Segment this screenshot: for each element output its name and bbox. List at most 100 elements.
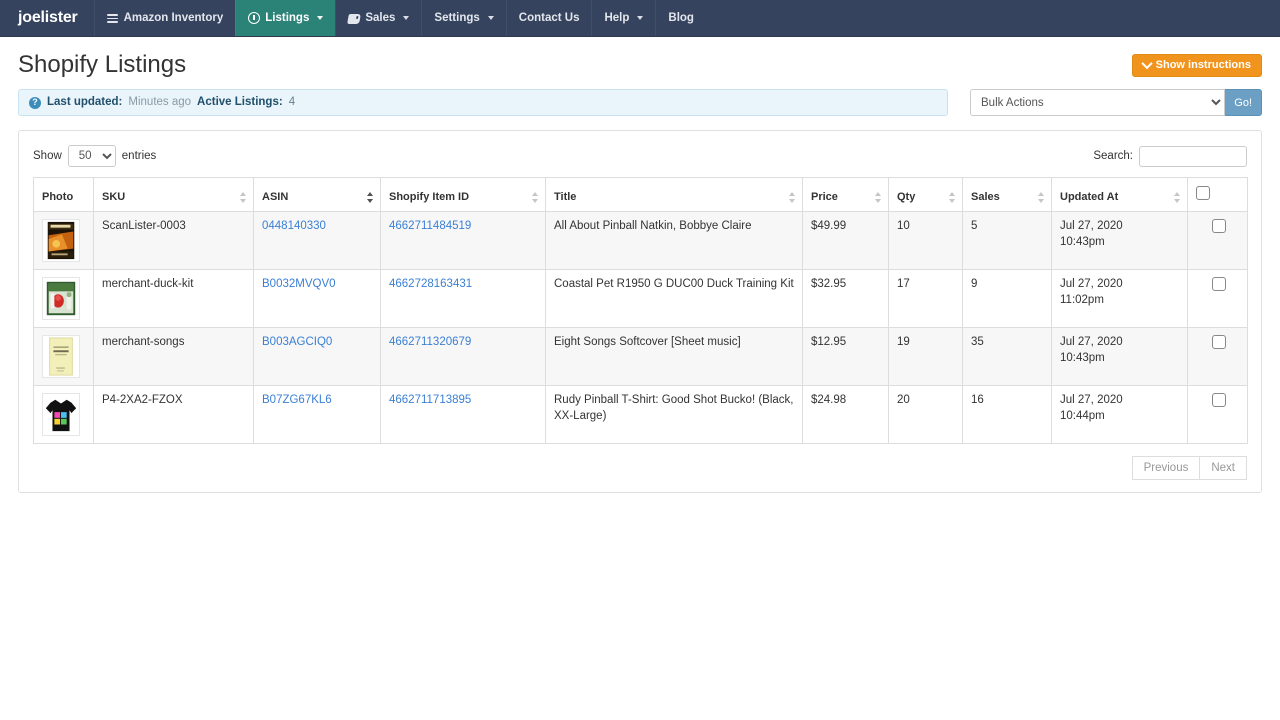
search-input[interactable]	[1139, 145, 1247, 167]
column-header-select-all[interactable]	[1187, 177, 1248, 212]
column-header-sales[interactable]: Sales	[962, 177, 1052, 212]
show-instructions-button[interactable]: Show instructions	[1131, 53, 1262, 77]
sort-icon	[948, 192, 956, 203]
row-select-checkbox[interactable]	[1211, 277, 1226, 291]
row-select-checkbox[interactable]	[1211, 335, 1226, 349]
chevron-down-icon	[1140, 57, 1153, 70]
column-header-sku[interactable]: SKU	[93, 177, 254, 212]
column-header-photo[interactable]: Photo	[33, 177, 94, 212]
column-label: Shopify Item ID	[389, 191, 470, 203]
table-row: merchant-duck-kit B0032MVQV0 46627281634…	[33, 269, 1248, 328]
shopify-item-id-link[interactable]: 4662728163431	[389, 278, 472, 290]
listings-table: Photo SKU ASIN Shopify Item ID Title Pri…	[33, 177, 1248, 444]
cell-sku: merchant-songs	[93, 327, 254, 386]
bulk-actions-group: Bulk Actions Go!	[970, 89, 1262, 116]
duck-training-kit-thumbnail[interactable]	[42, 277, 80, 320]
cell-qty: 20	[888, 385, 963, 444]
nav-item-label: Settings	[434, 12, 480, 24]
cell-photo	[33, 327, 94, 386]
cell-asin: B0032MVQV0	[253, 269, 381, 328]
cell-sku: merchant-duck-kit	[93, 269, 254, 328]
nav-item-blog[interactable]: Blog	[655, 0, 706, 36]
cell-updated-at: Jul 27, 2020 10:43pm	[1051, 327, 1188, 386]
column-header-shopify-item-id[interactable]: Shopify Item ID	[380, 177, 546, 212]
black-tshirt-thumbnail[interactable]	[42, 393, 80, 436]
asin-link[interactable]: B07ZG67KL6	[262, 394, 332, 406]
cell-price: $49.99	[802, 211, 889, 270]
row-select-checkbox[interactable]	[1211, 219, 1226, 233]
table-row: ScanLister-0003 0448140330 4662711484519…	[33, 211, 1248, 270]
shopify-item-id-link[interactable]: 4662711320679	[389, 336, 471, 348]
nav-item-settings[interactable]: Settings	[421, 0, 505, 36]
column-header-qty[interactable]: Qty	[888, 177, 963, 212]
asin-link[interactable]: 0448140330	[262, 220, 326, 232]
select-all-checkbox[interactable]	[1196, 186, 1210, 200]
active-listings-count: 4	[288, 95, 296, 108]
page-length-select[interactable]: 50	[67, 145, 116, 167]
updated-time: 10:43pm	[1060, 235, 1105, 248]
nav-item-listings[interactable]: Listings	[235, 0, 336, 36]
cell-select	[1187, 385, 1248, 444]
column-label: ASIN	[262, 191, 289, 203]
clock-circle-icon	[248, 12, 261, 24]
sheet-music-thumbnail[interactable]	[42, 335, 80, 378]
show-label: Show	[33, 150, 62, 162]
cell-sales: 35	[962, 327, 1052, 386]
cell-sales: 9	[962, 269, 1052, 328]
cell-title: Rudy Pinball T-Shirt: Good Shot Bucko! (…	[545, 385, 803, 444]
nav-item-amazon-inventory[interactable]: Amazon Inventory	[93, 0, 236, 36]
show-instructions-label: Show instructions	[1155, 58, 1251, 71]
cell-title: Eight Songs Softcover [Sheet music]	[545, 327, 803, 386]
nav-item-label: Amazon Inventory	[123, 12, 224, 24]
nav-item-sales[interactable]: Sales	[335, 0, 421, 36]
bulk-actions-select[interactable]: Bulk Actions	[970, 89, 1226, 116]
sort-icon	[1173, 192, 1181, 203]
column-header-updated-at[interactable]: Updated At	[1051, 177, 1188, 212]
status-and-actions-row: ? Last updated: Minutes ago Active Listi…	[0, 89, 1280, 116]
column-header-title[interactable]: Title	[545, 177, 803, 212]
cell-asin: B003AGCIQ0	[253, 327, 381, 386]
search-control: Search:	[1093, 145, 1247, 167]
list-lines-icon	[106, 12, 119, 24]
column-header-price[interactable]: Price	[802, 177, 889, 212]
cell-select	[1187, 269, 1248, 328]
bulk-actions-go-button[interactable]: Go!	[1225, 89, 1262, 116]
updated-time: 10:43pm	[1060, 351, 1105, 364]
nav-item-label: Listings	[265, 12, 310, 24]
updated-date: Jul 27, 2020	[1060, 278, 1123, 290]
column-header-asin[interactable]: ASIN	[253, 177, 381, 212]
column-label: Photo	[42, 191, 74, 203]
next-page-button[interactable]: Next	[1200, 456, 1247, 480]
previous-page-button[interactable]: Previous	[1131, 456, 1201, 480]
table-controls: Show 50 entries Search:	[33, 145, 1247, 167]
nav-item-contact-us[interactable]: Contact Us	[505, 0, 592, 36]
nav-item-help[interactable]: Help	[591, 0, 655, 36]
cell-sku: P4-2XA2-FZOX	[93, 385, 254, 444]
row-select-checkbox[interactable]	[1211, 393, 1226, 407]
cell-sales: 16	[962, 385, 1052, 444]
listings-panel: Show 50 entries Search: Photo SKU ASIN S…	[18, 130, 1262, 493]
shopify-item-id-link[interactable]: 4662711484519	[389, 220, 471, 232]
cell-asin: 0448140330	[253, 211, 381, 270]
table-row: P4-2XA2-FZOX B07ZG67KL6 4662711713895 Ru…	[33, 385, 1248, 444]
cell-shopify-item-id: 4662711484519	[380, 211, 546, 270]
shopify-item-id-link[interactable]: 4662711713895	[389, 394, 471, 406]
chevron-down-icon	[403, 16, 410, 20]
last-updated-label: Last updated:	[47, 95, 123, 108]
table-header-row: Photo SKU ASIN Shopify Item ID Title Pri…	[33, 177, 1248, 212]
cell-title: All About Pinball Natkin, Bobbye Claire	[545, 211, 803, 270]
asin-link[interactable]: B003AGCIQ0	[262, 336, 332, 348]
tag-icon	[347, 13, 362, 24]
book-pinball-thumbnail[interactable]	[42, 219, 80, 262]
asin-link[interactable]: B0032MVQV0	[262, 278, 336, 290]
nav-item-label: Sales	[365, 12, 396, 24]
cell-qty: 19	[888, 327, 963, 386]
question-circle-icon: ?	[29, 96, 41, 109]
cell-photo	[33, 269, 94, 328]
cell-shopify-item-id: 4662711713895	[380, 385, 546, 444]
brand-logo[interactable]: joelister	[0, 0, 94, 36]
page-title: Shopify Listings	[18, 51, 187, 78]
cell-asin: B07ZG67KL6	[253, 385, 381, 444]
nav-item-label: Contact Us	[518, 12, 580, 24]
entries-label: entries	[121, 150, 157, 162]
